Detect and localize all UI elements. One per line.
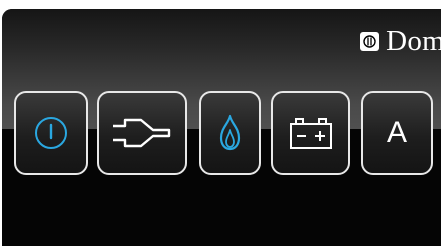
electric-mode-button[interactable] (97, 91, 187, 175)
gas-mode-button[interactable] (199, 91, 261, 175)
brand-name: Dom (386, 25, 441, 57)
control-panel-display: Dom A (2, 9, 441, 246)
auto-mode-label: A (386, 116, 407, 149)
battery-mode-button[interactable] (271, 91, 350, 175)
auto-mode-button[interactable]: A (361, 91, 433, 175)
plug-icon (111, 113, 173, 153)
dometic-logo-badge-icon (360, 32, 380, 51)
brand-logo: Dom (360, 27, 441, 56)
flame-icon (216, 114, 244, 152)
power-button[interactable] (14, 91, 88, 175)
battery-icon (288, 116, 334, 150)
power-icon (33, 115, 69, 151)
